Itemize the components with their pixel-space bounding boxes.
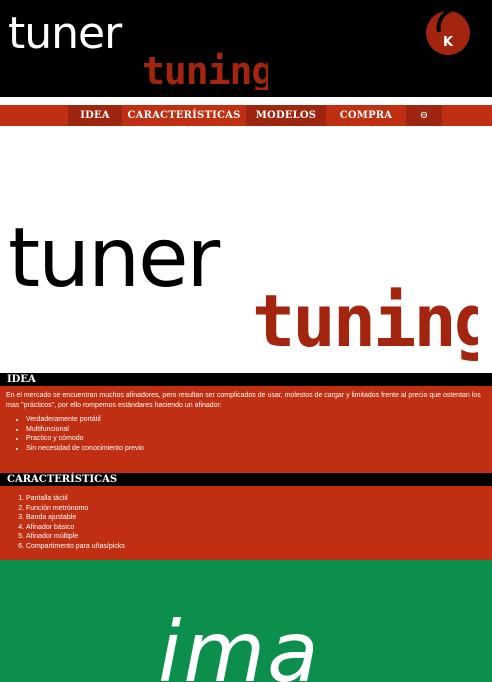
- list-item: Practico y cómodo: [26, 434, 484, 444]
- list-item: Verdaderamente portátil: [26, 415, 484, 425]
- section-title-idea: IDEA: [0, 373, 492, 386]
- site-header: tuner tuning K: [0, 0, 492, 97]
- list-item: Banda ajustable: [26, 513, 484, 523]
- nav-item-caracteristicas[interactable]: CARACTERÍSTICAS: [122, 105, 246, 126]
- image-placeholder-text: ima: [158, 603, 321, 682]
- brand-badge-icon[interactable]: K: [423, 6, 473, 56]
- idea-list: Verdaderamente portátil Multifuncional P…: [6, 415, 484, 453]
- section-idea: En el mercado se encuentran muchos afina…: [0, 386, 492, 473]
- section-caracteristicas: Pantalla táctil Función metrónomo Banda …: [0, 486, 492, 560]
- brand-badge-letter: K: [443, 35, 454, 50]
- list-item: Multifuncional: [26, 425, 484, 435]
- list-item: Afinador múltiple: [26, 532, 484, 542]
- nav-item-modelos[interactable]: MODELOS: [246, 105, 326, 126]
- list-item: Compartimento para uñas/picks: [26, 542, 484, 552]
- hero-banner: tuner tuning: [0, 126, 492, 373]
- nav-item-more-icon[interactable]: ⊖: [406, 105, 442, 126]
- list-item: Sin necesidad de conocimiento previo: [26, 444, 484, 454]
- list-item: Pantalla táctil: [26, 494, 484, 504]
- nav-item-compra[interactable]: COMPRA: [326, 105, 406, 126]
- image-placeholder: ima: [0, 560, 492, 682]
- list-item: Afinador básico: [26, 523, 484, 533]
- hero-logo: tuner tuning: [8, 214, 478, 363]
- nav-item-idea[interactable]: IDEA: [68, 105, 122, 126]
- section-title-caracteristicas: CARACTERÍSTICAS: [0, 473, 492, 486]
- header-divider: [0, 97, 492, 105]
- hero-logo-tuning: tuning: [252, 279, 478, 363]
- main-nav: IDEA CARACTERÍSTICAS MODELOS COMPRA ⊖: [0, 105, 492, 126]
- header-logo-tuning: tuning: [142, 49, 268, 90]
- hero-logo-tuner: tuner: [8, 214, 221, 306]
- caracteristicas-list: Pantalla táctil Función metrónomo Banda …: [6, 494, 484, 551]
- idea-paragraph: En el mercado se encuentran muchos afina…: [6, 392, 481, 409]
- header-logo-tuner: tuner: [8, 8, 123, 59]
- header-logo[interactable]: tuner tuning: [6, 6, 268, 90]
- list-item: Función metrónomo: [26, 504, 484, 514]
